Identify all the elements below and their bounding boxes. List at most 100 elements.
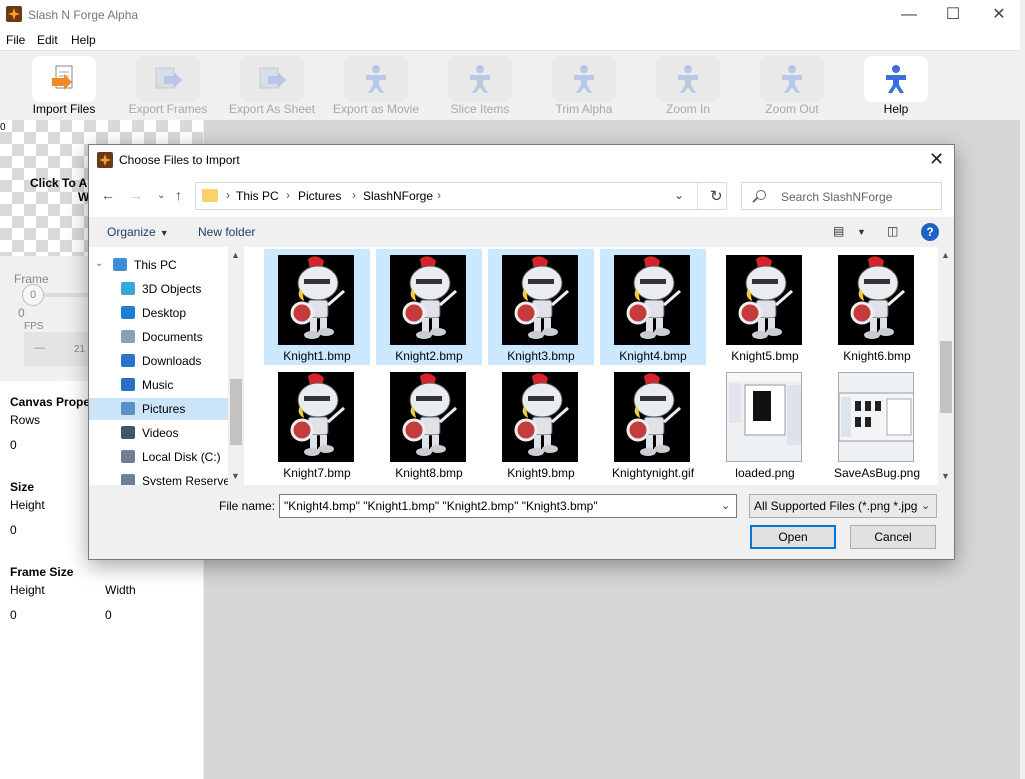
nav-item-label: Videos bbox=[142, 426, 179, 440]
file-name-dropdown-icon[interactable]: ⌄ bbox=[721, 499, 730, 512]
file-item[interactable]: Knight2.bmp bbox=[376, 249, 482, 365]
forward-arrow-icon[interactable]: → bbox=[129, 187, 143, 203]
toolbar-export-as-movie-button[interactable]: Export as Movie bbox=[314, 55, 419, 121]
address-dropdown-icon[interactable]: ⌄ bbox=[674, 188, 684, 202]
view-dropdown-icon[interactable]: ▼ bbox=[857, 227, 866, 237]
dialog-app-icon bbox=[97, 152, 113, 168]
nav-item-3d-objects[interactable]: 3D Objects bbox=[89, 278, 228, 300]
file-name: Knight5.bmp bbox=[731, 349, 799, 363]
nav-item-downloads[interactable]: Downloads bbox=[89, 350, 228, 372]
fps-minus-icon[interactable]: — bbox=[34, 342, 45, 354]
file-item[interactable]: Knight4.bmp bbox=[600, 249, 706, 365]
search-input[interactable]: Search SlashNForge bbox=[781, 190, 892, 204]
dialog-titlebar: Choose Files to Import ✕ bbox=[89, 145, 954, 175]
file-item[interactable]: Knight8.bmp bbox=[376, 366, 482, 482]
toolbar-zoom-out-button[interactable]: Zoom Out bbox=[730, 55, 834, 121]
file-item[interactable]: Knightynight.gif bbox=[600, 366, 706, 482]
scroll-up-icon[interactable]: ▲ bbox=[941, 250, 950, 260]
breadcrumb-chevron-icon[interactable]: › bbox=[226, 188, 230, 202]
nav-scroll-thumb[interactable] bbox=[230, 379, 242, 445]
open-button[interactable]: Open bbox=[750, 525, 836, 549]
dialog-close-icon[interactable]: ✕ bbox=[929, 149, 944, 169]
frame-slider-knob[interactable]: 0 bbox=[22, 284, 44, 306]
menu-file[interactable]: File bbox=[6, 33, 25, 47]
import-icon bbox=[32, 56, 96, 102]
nav-item-label: This PC bbox=[134, 258, 177, 272]
frame-size-width-label: Width bbox=[105, 583, 136, 597]
refresh-icon[interactable]: ↻ bbox=[710, 187, 723, 205]
toolbar-export-frames-button[interactable]: Export Frames bbox=[106, 55, 210, 121]
knight-sprite-thumbnail bbox=[390, 255, 466, 345]
person-icon bbox=[344, 56, 408, 102]
cancel-button[interactable]: Cancel bbox=[850, 525, 936, 549]
nav-item-documents[interactable]: Documents bbox=[89, 326, 228, 348]
nav-item-label: System Reserved bbox=[142, 474, 237, 485]
new-folder-button[interactable]: New folder bbox=[198, 225, 255, 239]
nav-item-pictures[interactable]: Pictures bbox=[89, 398, 228, 420]
scroll-down-icon[interactable]: ▼ bbox=[941, 471, 950, 481]
nav-item-system-reserved[interactable]: System Reserved bbox=[89, 470, 237, 485]
files-scrollbar[interactable]: ▲ ▼ bbox=[938, 247, 954, 485]
file-item[interactable]: Knight7.bmp bbox=[264, 366, 370, 482]
knight-sprite-thumbnail bbox=[278, 255, 354, 345]
menu-edit[interactable]: Edit bbox=[37, 33, 58, 47]
nav-item-desktop[interactable]: Desktop bbox=[89, 302, 228, 324]
view-options-icon[interactable]: ▤ bbox=[833, 224, 844, 238]
nav-item-local-disk-c[interactable]: Local Disk (C:) bbox=[89, 446, 228, 468]
preview-pane-icon[interactable]: ◫ bbox=[887, 224, 898, 238]
file-name: Knight9.bmp bbox=[507, 466, 575, 480]
disk-icon bbox=[121, 450, 135, 463]
nav-item-this-pc[interactable]: ⌄ This PC bbox=[89, 254, 220, 276]
file-item[interactable]: Knight1.bmp bbox=[264, 249, 370, 365]
screenshot-thumbnail bbox=[838, 372, 914, 462]
toolbar-export-as-sheet-button[interactable]: Export As Sheet bbox=[210, 55, 315, 121]
recent-chevron-icon[interactable]: ⌄ bbox=[157, 190, 165, 201]
chevron-down-icon[interactable]: ⌄ bbox=[95, 258, 103, 269]
person-icon bbox=[656, 56, 720, 102]
breadcrumb-pictures[interactable]: Pictures bbox=[298, 189, 341, 203]
up-arrow-icon[interactable]: ↑ bbox=[175, 187, 182, 203]
toolbar-zoom-in-button[interactable]: Zoom In bbox=[626, 55, 730, 121]
file-item[interactable]: Knight3.bmp bbox=[488, 249, 594, 365]
minimize-icon[interactable]: — bbox=[886, 0, 932, 30]
breadcrumb-slashnforge[interactable]: SlashNForge bbox=[363, 189, 433, 203]
help-icon[interactable]: ? bbox=[921, 223, 939, 241]
files-scroll-thumb[interactable] bbox=[940, 341, 952, 413]
file-item[interactable]: SaveAsBug.png bbox=[824, 366, 930, 482]
breadcrumb-chevron-icon[interactable]: › bbox=[286, 188, 290, 202]
file-item[interactable]: Knight9.bmp bbox=[488, 366, 594, 482]
toolbar-label: Help bbox=[883, 102, 909, 116]
nav-item-videos[interactable]: Videos bbox=[89, 422, 228, 444]
close-icon[interactable]: ✕ bbox=[976, 0, 1022, 30]
fps-label: FPS bbox=[24, 321, 44, 332]
search-box[interactable]: Search SlashNForge bbox=[741, 182, 942, 210]
menu-help[interactable]: Help bbox=[71, 33, 96, 47]
file-item[interactable]: loaded.png bbox=[712, 366, 818, 482]
file-type-select[interactable]: All Supported Files (*.png *.jpg bbox=[749, 494, 937, 518]
toolbar-help-button[interactable]: Help bbox=[834, 55, 938, 121]
knight-sprite-thumbnail bbox=[278, 372, 354, 462]
toolbar-trim-alpha-button[interactable]: Trim Alpha bbox=[522, 55, 626, 121]
toolbar-import-files-button[interactable]: Import Files bbox=[2, 55, 106, 121]
knight-sprite-thumbnail bbox=[614, 255, 690, 345]
back-arrow-icon[interactable]: ← bbox=[101, 187, 115, 203]
address-bar[interactable]: › This PC › Pictures › SlashNForge › ⌄ ↻ bbox=[195, 182, 727, 210]
download-icon bbox=[121, 354, 135, 367]
file-item[interactable]: Knight5.bmp bbox=[712, 249, 818, 365]
breadcrumb-this-pc[interactable]: This PC bbox=[236, 189, 279, 203]
nav-item-label: Downloads bbox=[142, 354, 202, 368]
breadcrumb-chevron-icon[interactable]: › bbox=[437, 188, 441, 202]
organize-button[interactable]: Organize ▼ bbox=[107, 225, 169, 239]
nav-scrollbar[interactable]: ▲ ▼ bbox=[228, 247, 244, 485]
file-item[interactable]: Knight6.bmp bbox=[824, 249, 930, 365]
breadcrumb-chevron-icon[interactable]: › bbox=[352, 188, 356, 202]
maximize-icon[interactable]: ☐ bbox=[930, 0, 976, 30]
toolbar-slice-items-button[interactable]: Slice Items bbox=[418, 55, 522, 121]
scroll-up-icon[interactable]: ▲ bbox=[231, 250, 240, 260]
file-type-dropdown-icon[interactable]: ⌄ bbox=[921, 499, 930, 512]
file-name: loaded.png bbox=[735, 466, 795, 480]
file-name-input[interactable]: "Knight4.bmp" "Knight1.bmp" "Knight2.bmp… bbox=[279, 494, 737, 518]
scroll-down-icon[interactable]: ▼ bbox=[231, 471, 240, 481]
rows-value: 0 bbox=[10, 438, 17, 452]
nav-item-music[interactable]: Music bbox=[89, 374, 228, 396]
